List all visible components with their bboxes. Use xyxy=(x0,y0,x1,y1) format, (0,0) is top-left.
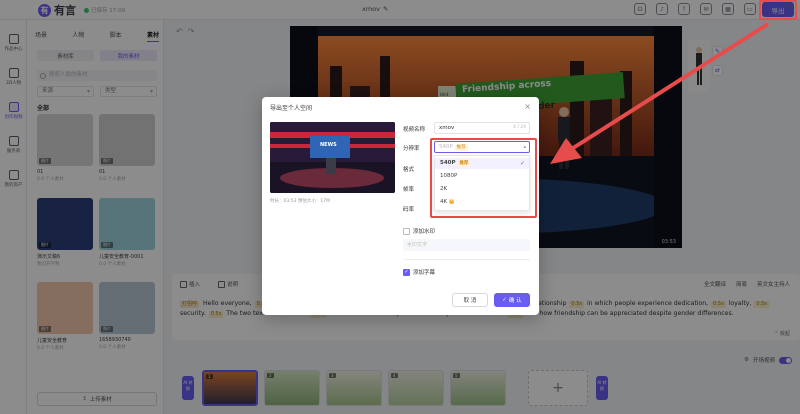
confirm-label: 确 认 xyxy=(508,298,522,304)
preview-scene xyxy=(270,122,395,193)
preview-meta: 时长：03:53 预估大小：17M xyxy=(270,199,331,204)
export-highlight xyxy=(759,0,797,20)
char-count: 4 / 24 xyxy=(513,125,526,130)
video-preview: NEWS xyxy=(270,122,395,193)
video-name-input[interactable]: xmov 4 / 24 xyxy=(434,122,530,134)
video-name-label: 视频名称 xyxy=(403,127,426,133)
watermark-checkbox-row[interactable]: 添加水印 xyxy=(403,227,435,235)
watermark-input[interactable]: 水印文字 xyxy=(403,239,530,251)
dialog-title: 导出至个人空间 xyxy=(270,105,313,112)
watermark-checkbox[interactable] xyxy=(403,227,410,235)
video-name-value: xmov xyxy=(439,125,455,131)
subtitle-checkbox-row[interactable]: ✓ 添加字幕 xyxy=(403,268,435,276)
close-icon[interactable]: × xyxy=(524,102,531,111)
confirm-button[interactable]: ✓ 确 认 xyxy=(494,293,530,307)
watermark-label: 添加水印 xyxy=(413,229,436,235)
export-dialog: 导出至个人空间 × NEWS 时长：03:53 预估大小：17M 视频名称 xm… xyxy=(262,97,539,315)
subtitle-checkbox[interactable]: ✓ xyxy=(403,268,410,276)
subtitle-label: 添加字幕 xyxy=(413,270,436,276)
preview-news-label: NEWS xyxy=(320,142,337,148)
bitrate-label: 码率 xyxy=(403,207,415,213)
framerate-label: 帧率 xyxy=(403,187,415,193)
format-label: 格式 xyxy=(403,167,415,173)
resolution-label: 分辨率 xyxy=(403,146,420,152)
cancel-button[interactable]: 取 消 xyxy=(452,293,488,307)
divider xyxy=(403,259,530,260)
dropdown-highlight xyxy=(430,138,537,218)
check-icon: ✓ xyxy=(502,297,507,303)
